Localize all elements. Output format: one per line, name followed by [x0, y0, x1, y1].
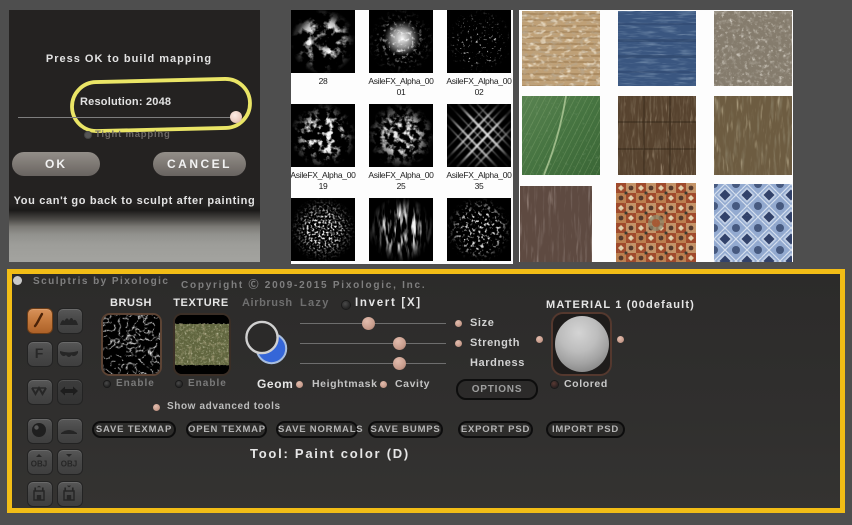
svg-text:OBJ: OBJ — [31, 460, 47, 469]
svg-text:F: F — [35, 345, 44, 361]
svg-text:OBJ: OBJ — [61, 460, 77, 469]
